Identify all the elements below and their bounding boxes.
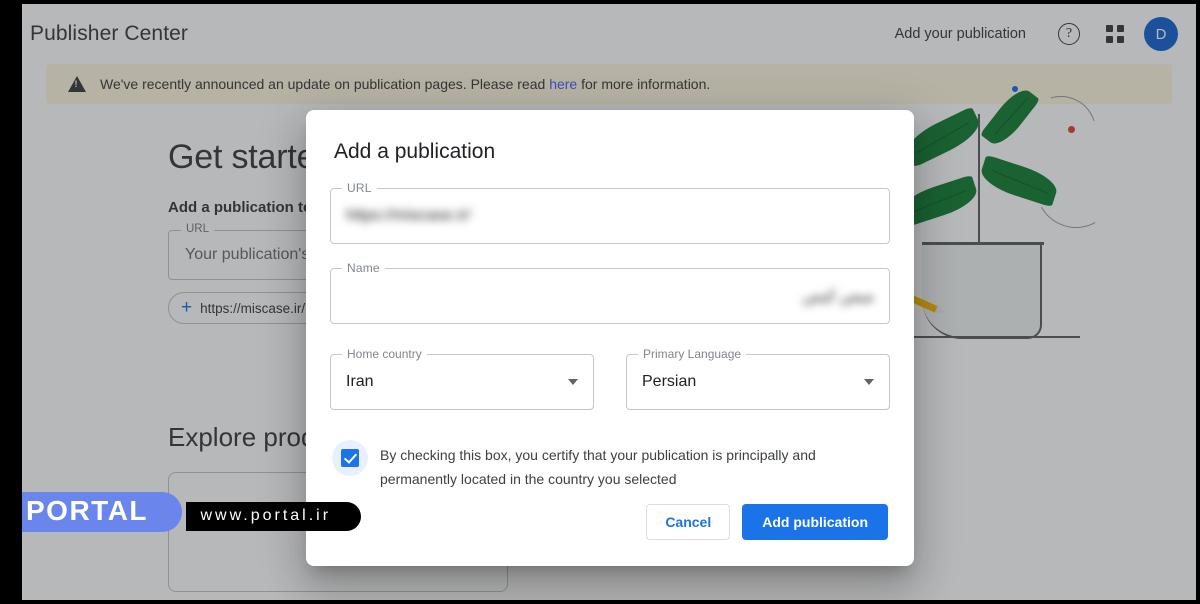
home-country-value: Iran <box>346 373 568 391</box>
add-publication-dialog: Add a publication URL https://miscase.ir… <box>306 110 914 566</box>
dialog-title: Add a publication <box>334 140 890 164</box>
dialog-actions: Cancel Add publication <box>330 504 890 542</box>
home-country-select[interactable]: Home country Iran <box>330 354 594 410</box>
dialog-url-label: URL <box>342 181 377 195</box>
dialog-url-field[interactable]: URL https://miscase.ir/ <box>330 188 890 244</box>
watermark-url: www.portal.ir <box>186 502 361 531</box>
dialog-selects-row: Home country Iran Primary Language Persi… <box>330 354 890 410</box>
dialog-name-value: میس کیس <box>346 286 874 306</box>
home-country-label: Home country <box>342 347 427 361</box>
primary-language-select[interactable]: Primary Language Persian <box>626 354 890 410</box>
cancel-button[interactable]: Cancel <box>646 504 730 540</box>
watermark-brand: PORTAL <box>0 492 182 532</box>
add-publication-button[interactable]: Add publication <box>742 504 888 540</box>
dialog-url-value: https://miscase.ir/ <box>346 207 874 225</box>
watermark: PORTAL www.portal.ir <box>0 492 361 532</box>
chevron-down-icon <box>864 379 874 385</box>
chevron-down-icon <box>568 379 578 385</box>
primary-language-label: Primary Language <box>638 347 746 361</box>
primary-language-value: Persian <box>642 373 864 391</box>
consent-checkbox[interactable] <box>332 440 368 476</box>
screenshot-root: Publisher Center Add your publication ? … <box>0 0 1200 604</box>
checkmark-icon <box>341 449 359 467</box>
dialog-name-field[interactable]: Name میس کیس <box>330 268 890 324</box>
dialog-name-label: Name <box>342 261 385 275</box>
consent-row: By checking this box, you certify that y… <box>330 444 890 491</box>
consent-text: By checking this box, you certify that y… <box>380 444 850 491</box>
